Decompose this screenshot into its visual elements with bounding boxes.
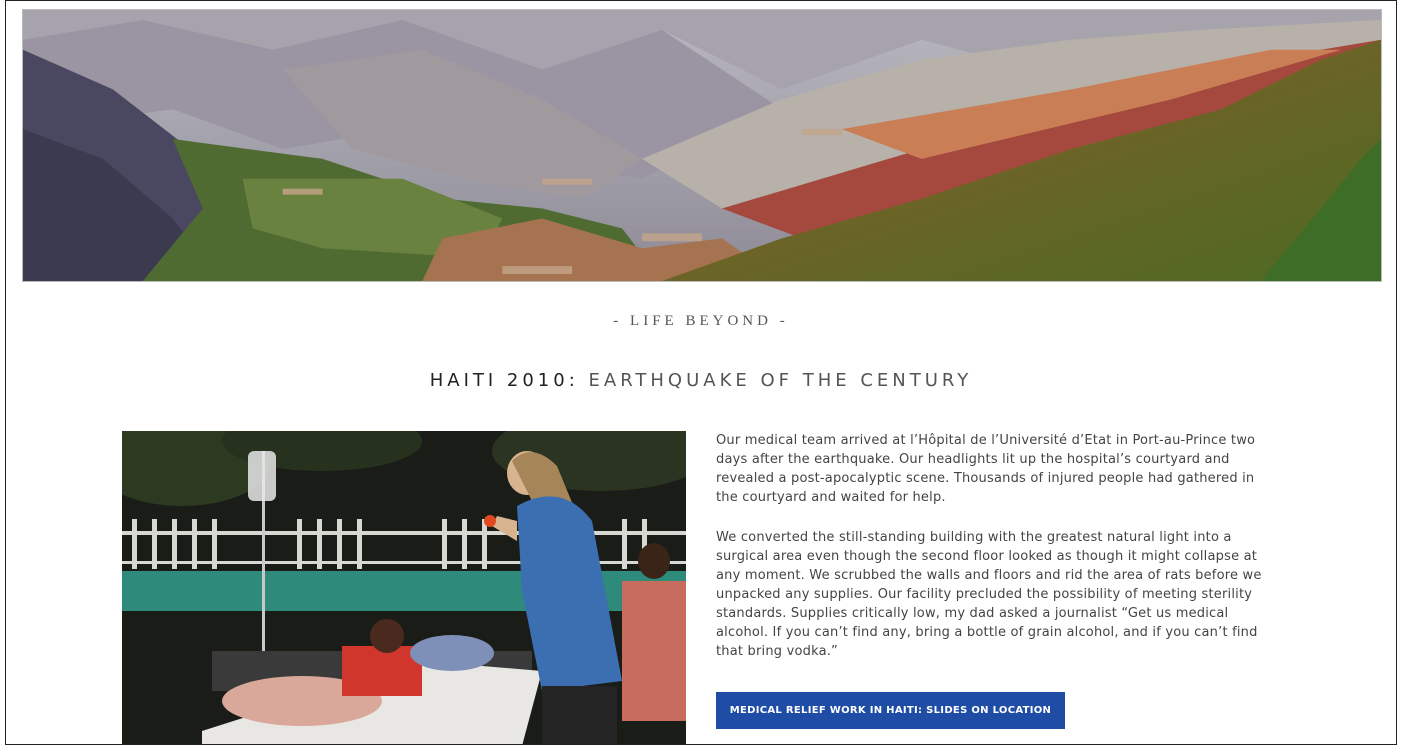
page-title-light: EARTHQUAKE OF THE CENTURY bbox=[578, 370, 973, 391]
slides-on-location-button[interactable]: MEDICAL RELIEF WORK IN HAITI: SLIDES ON … bbox=[716, 692, 1065, 729]
article-paragraph-2: We converted the still-standing building… bbox=[716, 530, 1262, 659]
page-frame: - LIFE BEYOND - HAITI 2010: EARTHQUAKE O… bbox=[5, 0, 1397, 745]
hospital-courtyard-photo bbox=[122, 431, 686, 744]
section-eyebrow: - LIFE BEYOND - bbox=[613, 313, 789, 329]
page-title: HAITI 2010: EARTHQUAKE OF THE CENTURY bbox=[6, 370, 1396, 391]
article-body: Our medical team arrived at l’Hôpital de… bbox=[716, 431, 1264, 682]
hero-landscape-image bbox=[22, 9, 1382, 282]
page-title-strong: HAITI 2010: bbox=[429, 370, 579, 391]
article-paragraph-1: Our medical team arrived at l’Hôpital de… bbox=[716, 433, 1256, 505]
